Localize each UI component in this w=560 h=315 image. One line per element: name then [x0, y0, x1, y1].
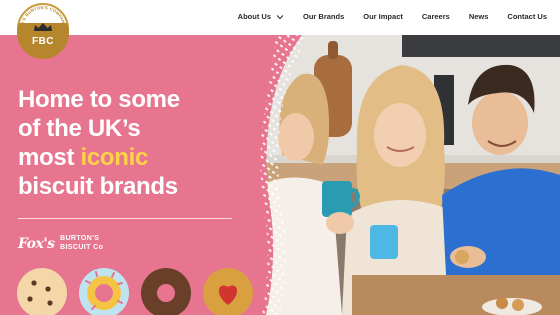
- nav-our-brands[interactable]: Our Brands: [303, 12, 344, 21]
- biscuit-row: [17, 268, 253, 315]
- headline-most: most: [18, 144, 81, 171]
- hero-headline: Home to some of the UK’s most iconic bis…: [18, 85, 258, 201]
- heart-biscuit-icon: [203, 268, 253, 315]
- hero-divider: [18, 218, 232, 219]
- nav-news[interactable]: News: [469, 12, 489, 21]
- iced-ring-icon: [79, 268, 129, 315]
- burtons-brand-logo[interactable]: BURTON'S BISCUIT Co: [60, 235, 103, 252]
- site-header: FOX'S BURTON'S COMPANIES FBC About Us Ou…: [0, 0, 560, 59]
- nav-careers[interactable]: Careers: [422, 12, 450, 21]
- jammie-ring-icon: [141, 268, 191, 315]
- headline-line-2: of the UK’s: [18, 115, 141, 142]
- headline-line-1: Home to some: [18, 86, 180, 113]
- fbc-logo[interactable]: FOX'S BURTON'S COMPANIES FBC: [17, 3, 69, 59]
- burtons-line-2: BISCUIT Co: [60, 243, 104, 251]
- logo-initials: FBC: [31, 36, 55, 47]
- headline-line-3: most iconic: [18, 143, 258, 172]
- crown-icon: [34, 23, 52, 31]
- foxs-brand-logo[interactable]: Fox's: [18, 236, 55, 252]
- hero-banner: Home to some of the UK’s most iconic bis…: [0, 35, 560, 315]
- chevron-down-icon[interactable]: [276, 14, 284, 20]
- headline-accent-iconic: iconic: [80, 144, 149, 171]
- nav-about-us-label: About Us: [237, 12, 271, 21]
- burtons-line-1: BURTON'S: [60, 235, 100, 242]
- nav-contact-us[interactable]: Contact Us: [507, 12, 547, 21]
- nav-our-impact[interactable]: Our Impact: [363, 12, 403, 21]
- nav-about-us[interactable]: About Us: [238, 12, 284, 21]
- main-nav: About Us Our Brands Our Impact Careers N…: [219, 12, 547, 21]
- cookie-icon: [17, 268, 67, 315]
- headline-line-4: biscuit brands: [18, 173, 178, 200]
